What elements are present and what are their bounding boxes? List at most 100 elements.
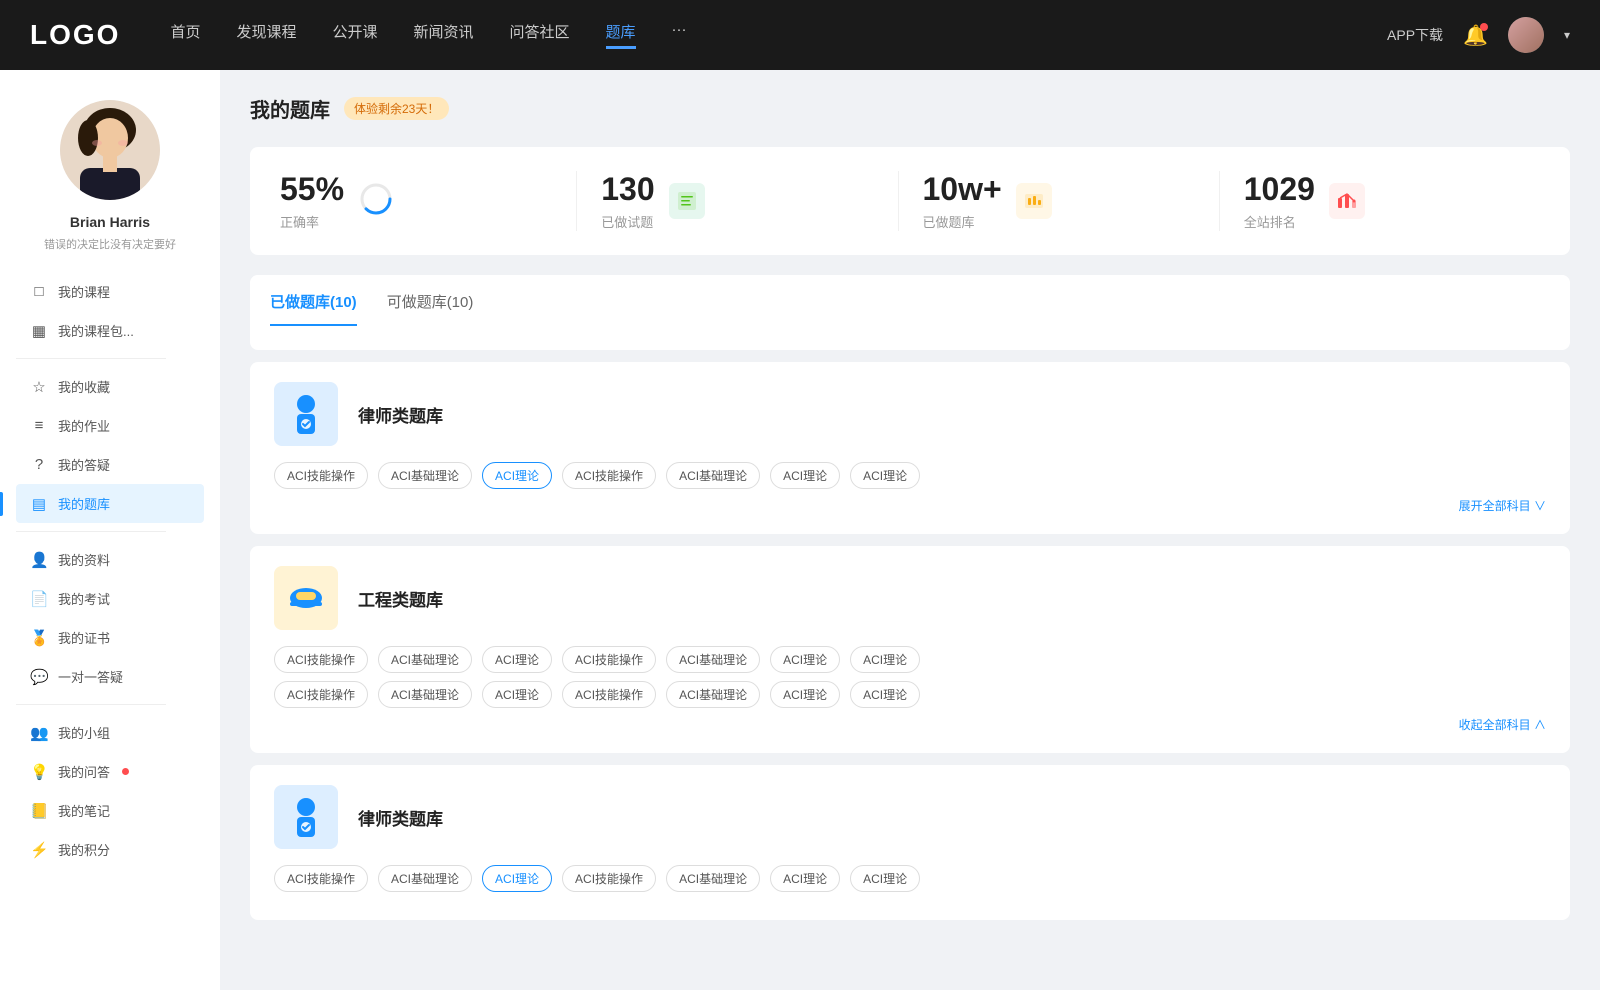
- avatar-dropdown-icon[interactable]: ▾: [1564, 28, 1570, 42]
- qbank-item-2: 工程类题库 ACI技能操作 ACI基础理论 ACI理论 ACI技能操作 ACI基…: [250, 546, 1570, 753]
- stat-done-banks-value: 10w+: [923, 171, 1002, 208]
- tag-2-4[interactable]: ACI基础理论: [666, 646, 760, 673]
- expand-btn-1[interactable]: 展开全部科目 ∨: [274, 497, 1546, 514]
- sidebar-item-questions[interactable]: ? 我的答疑: [16, 445, 204, 484]
- tag-2-8[interactable]: ACI基础理论: [378, 681, 472, 708]
- sidebar-menu: □ 我的课程 ▦ 我的课程包... ☆ 我的收藏 ≡ 我的作业 ? 我的答疑 ▤: [0, 272, 220, 869]
- exam-icon: 📄: [30, 590, 48, 608]
- sidebar-item-certificate[interactable]: 🏅 我的证书: [16, 618, 204, 657]
- tag-1-6[interactable]: ACI理论: [850, 462, 920, 489]
- tag-1-2[interactable]: ACI理论: [482, 462, 552, 489]
- tag-3-1[interactable]: ACI基础理论: [378, 865, 472, 892]
- questions-icon: ?: [30, 456, 48, 473]
- nav-open-course[interactable]: 公开课: [332, 21, 377, 49]
- tag-2-2[interactable]: ACI理论: [482, 646, 552, 673]
- sidebar-item-profile[interactable]: 👤 我的资料: [16, 540, 204, 579]
- tag-2-9[interactable]: ACI理论: [482, 681, 552, 708]
- favorites-icon: ☆: [30, 378, 48, 396]
- sidebar-item-course-package[interactable]: ▦ 我的课程包...: [16, 311, 204, 350]
- tag-1-1[interactable]: ACI基础理论: [378, 462, 472, 489]
- tag-2-11[interactable]: ACI基础理论: [666, 681, 760, 708]
- stat-accuracy-label: 正确率: [280, 212, 344, 231]
- accuracy-icon: [358, 181, 394, 222]
- nav-discover[interactable]: 发现课程: [236, 21, 296, 49]
- qbank-icon-3: [274, 785, 338, 849]
- nav-news[interactable]: 新闻资讯: [414, 21, 474, 49]
- tag-1-5[interactable]: ACI理论: [770, 462, 840, 489]
- rank-icon: [1329, 183, 1365, 219]
- sidebar-item-homework[interactable]: ≡ 我的作业: [16, 406, 204, 445]
- sidebar-item-my-qa[interactable]: 💡 我的问答: [16, 752, 204, 791]
- tag-3-4[interactable]: ACI基础理论: [666, 865, 760, 892]
- sidebar-label-profile: 我的资料: [58, 550, 110, 569]
- tab-done[interactable]: 已做题库(10): [270, 291, 357, 326]
- sidebar-label-notes: 我的笔记: [58, 801, 110, 820]
- tag-2-12[interactable]: ACI理论: [770, 681, 840, 708]
- stat-done-banks: 10w+ 已做题库: [899, 171, 1220, 231]
- avatar[interactable]: [1508, 17, 1544, 53]
- tag-2-3[interactable]: ACI技能操作: [562, 646, 656, 673]
- collapse-btn-2[interactable]: 收起全部科目 ∧: [274, 716, 1546, 733]
- sidebar-label-homework: 我的作业: [58, 416, 110, 435]
- stat-done-questions: 130 已做试题: [577, 171, 898, 231]
- stat-accuracy-value-group: 55% 正确率: [280, 171, 344, 231]
- tag-2-13[interactable]: ACI理论: [850, 681, 920, 708]
- stat-accuracy: 55% 正确率: [280, 171, 577, 231]
- tag-1-0[interactable]: ACI技能操作: [274, 462, 368, 489]
- sidebar-item-group[interactable]: 👥 我的小组: [16, 713, 204, 752]
- points-icon: ⚡: [30, 841, 48, 859]
- notification-dot: [1480, 23, 1488, 31]
- stat-rank-value-group: 1029 全站排名: [1244, 171, 1315, 231]
- tab-available[interactable]: 可做题库(10): [387, 291, 474, 326]
- tag-3-5[interactable]: ACI理论: [770, 865, 840, 892]
- divider-1: [16, 358, 166, 359]
- my-qa-icon: 💡: [30, 763, 48, 781]
- qbank-icon-1: [274, 382, 338, 446]
- tag-2-5[interactable]: ACI理论: [770, 646, 840, 673]
- nav-home[interactable]: 首页: [170, 21, 200, 49]
- sidebar-label-points: 我的积分: [58, 840, 110, 859]
- stat-rank-value: 1029: [1244, 171, 1315, 208]
- sidebar-item-course[interactable]: □ 我的课程: [16, 272, 204, 311]
- sidebar-label-one-on-one: 一对一答疑: [58, 667, 123, 686]
- tag-2-10[interactable]: ACI技能操作: [562, 681, 656, 708]
- avatar-image: [60, 100, 160, 200]
- tag-1-4[interactable]: ACI基础理论: [666, 462, 760, 489]
- tag-3-2[interactable]: ACI理论: [482, 865, 552, 892]
- sidebar-item-points[interactable]: ⚡ 我的积分: [16, 830, 204, 869]
- tag-2-7[interactable]: ACI技能操作: [274, 681, 368, 708]
- sidebar-label-exam: 我的考试: [58, 589, 110, 608]
- tag-2-1[interactable]: ACI基础理论: [378, 646, 472, 673]
- group-icon: 👥: [30, 724, 48, 742]
- sidebar-item-favorites[interactable]: ☆ 我的收藏: [16, 367, 204, 406]
- tag-1-3[interactable]: ACI技能操作: [562, 462, 656, 489]
- tag-2-6[interactable]: ACI理论: [850, 646, 920, 673]
- app-download-link[interactable]: APP下载: [1387, 25, 1443, 45]
- qbank-tags-2-row1: ACI技能操作 ACI基础理论 ACI理论 ACI技能操作 ACI基础理论 AC…: [274, 646, 1546, 673]
- stat-done-banks-value-group: 10w+ 已做题库: [923, 171, 1002, 231]
- stat-rank: 1029 全站排名: [1220, 171, 1540, 231]
- divider-3: [16, 704, 166, 705]
- tag-3-0[interactable]: ACI技能操作: [274, 865, 368, 892]
- sidebar-item-notes[interactable]: 📒 我的笔记: [16, 791, 204, 830]
- main-content: 我的题库 体验剩余23天！ 55% 正确率 130: [220, 70, 1600, 990]
- tag-3-3[interactable]: ACI技能操作: [562, 865, 656, 892]
- stat-rank-label: 全站排名: [1244, 212, 1315, 231]
- divider-2: [16, 531, 166, 532]
- nav-more[interactable]: ···: [672, 21, 687, 49]
- avatar-image: [1508, 17, 1544, 53]
- qbank-title-1: 律师类题库: [358, 402, 443, 427]
- qbank-tags-2-row2: ACI技能操作 ACI基础理论 ACI理论 ACI技能操作 ACI基础理论 AC…: [274, 681, 1546, 708]
- notification-bell[interactable]: 🔔: [1463, 23, 1488, 48]
- sidebar-item-one-on-one[interactable]: 💬 一对一答疑: [16, 657, 204, 696]
- tag-3-6[interactable]: ACI理论: [850, 865, 920, 892]
- qbank-tags-3: ACI技能操作 ACI基础理论 ACI理论 ACI技能操作 ACI基础理论 AC…: [274, 865, 1546, 892]
- nav-qa[interactable]: 问答社区: [510, 21, 570, 49]
- qbank-header-2: 工程类题库: [274, 566, 1546, 630]
- tag-2-0[interactable]: ACI技能操作: [274, 646, 368, 673]
- nav-qbank[interactable]: 题库: [606, 21, 636, 49]
- sidebar-item-qbank[interactable]: ▤ 我的题库: [16, 484, 204, 523]
- sidebar-label-favorites: 我的收藏: [58, 377, 110, 396]
- sidebar-item-exam[interactable]: 📄 我的考试: [16, 579, 204, 618]
- nav-links: 首页 发现课程 公开课 新闻资讯 问答社区 题库 ···: [170, 21, 1387, 49]
